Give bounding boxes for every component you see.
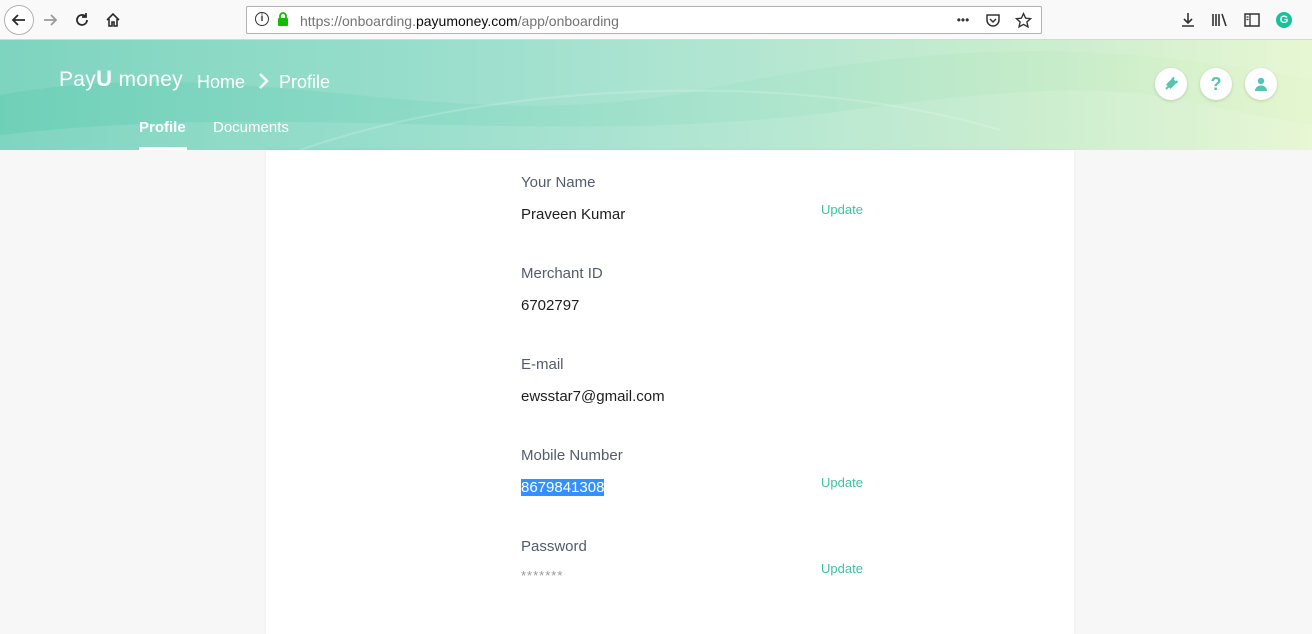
name-value: Praveen Kumar (521, 206, 626, 223)
logo-pay: Pay (59, 68, 97, 91)
update-name-link[interactable]: Update (821, 202, 863, 217)
email-label: E-mail (521, 356, 564, 373)
name-label: Your Name (521, 174, 596, 191)
password-field: Password ******* (521, 538, 587, 583)
library-icon[interactable] (1210, 9, 1230, 31)
help-button[interactable]: ? (1200, 68, 1232, 100)
url-domain: payumoney.com (415, 13, 518, 29)
breadcrumb-home[interactable]: Home (197, 72, 245, 93)
integration-button[interactable] (1155, 68, 1187, 100)
merchant-id-value: 6702797 (521, 297, 580, 314)
forward-button[interactable] (36, 6, 64, 34)
lock-icon (278, 12, 288, 26)
breadcrumb-profile: Profile (279, 72, 331, 92)
user-icon (1255, 77, 1267, 91)
url-prefix: https://onboarding. (300, 13, 416, 29)
logo-u: U (96, 66, 113, 91)
home-button[interactable] (99, 6, 127, 34)
browser-toolbar: i https://onboarding.payumoney.com/app/o… (0, 0, 1312, 40)
plug-icon (1165, 76, 1179, 90)
mobile-value: 8679841308 (521, 479, 605, 496)
question-icon: ? (1210, 73, 1222, 94)
address-bar[interactable]: i https://onboarding.payumoney.com/app/o… (246, 6, 1042, 34)
info-icon[interactable]: i (255, 12, 269, 26)
merchant-id-field: Merchant ID 6702797 (521, 265, 603, 314)
url-path: /app/onboarding (517, 13, 619, 29)
sidebar-icon[interactable] (1242, 9, 1262, 31)
password-label: Password (521, 538, 587, 555)
mobile-label: Mobile Number (521, 447, 623, 464)
url-text[interactable]: https://onboarding.payumoney.com/app/onb… (300, 13, 619, 29)
page-actions-icon[interactable]: ••• (953, 10, 973, 30)
header-wave-decoration (0, 40, 1312, 150)
email-field: E-mail ewsstar7@gmail.com (521, 356, 665, 405)
name-field: Your Name Praveen Kumar (521, 174, 625, 223)
email-value: ewsstar7@gmail.com (521, 388, 665, 405)
update-password-link[interactable]: Update (821, 561, 863, 576)
profile-card: Your Name Praveen Kumar Update Merchant … (266, 150, 1074, 634)
pocket-icon[interactable] (983, 10, 1003, 30)
back-button[interactable] (4, 5, 34, 35)
mobile-field: Mobile Number 8679841308 (521, 447, 623, 497)
reload-icon (76, 13, 88, 26)
tab-documents[interactable]: Documents (213, 119, 289, 150)
arrow-left-icon (11, 14, 25, 26)
grammarly-extension-icon[interactable]: G (1274, 9, 1294, 31)
payumoney-logo[interactable]: PayU money (59, 66, 183, 92)
arrow-right-icon (44, 14, 58, 26)
merchant-id-label: Merchant ID (521, 265, 603, 282)
logo-money: money (118, 68, 183, 91)
chevron-right-icon (258, 71, 270, 96)
user-account-button[interactable] (1245, 68, 1277, 100)
app-header: PayU money Home Profile Profile Document… (0, 40, 1312, 150)
home-icon (106, 12, 120, 27)
update-mobile-link[interactable]: Update (821, 475, 863, 490)
reload-button[interactable] (68, 6, 96, 34)
tab-profile[interactable]: Profile (139, 119, 187, 150)
download-icon[interactable] (1178, 9, 1198, 31)
password-value: ******* (521, 568, 564, 583)
bookmark-star-icon[interactable] (1013, 10, 1033, 30)
